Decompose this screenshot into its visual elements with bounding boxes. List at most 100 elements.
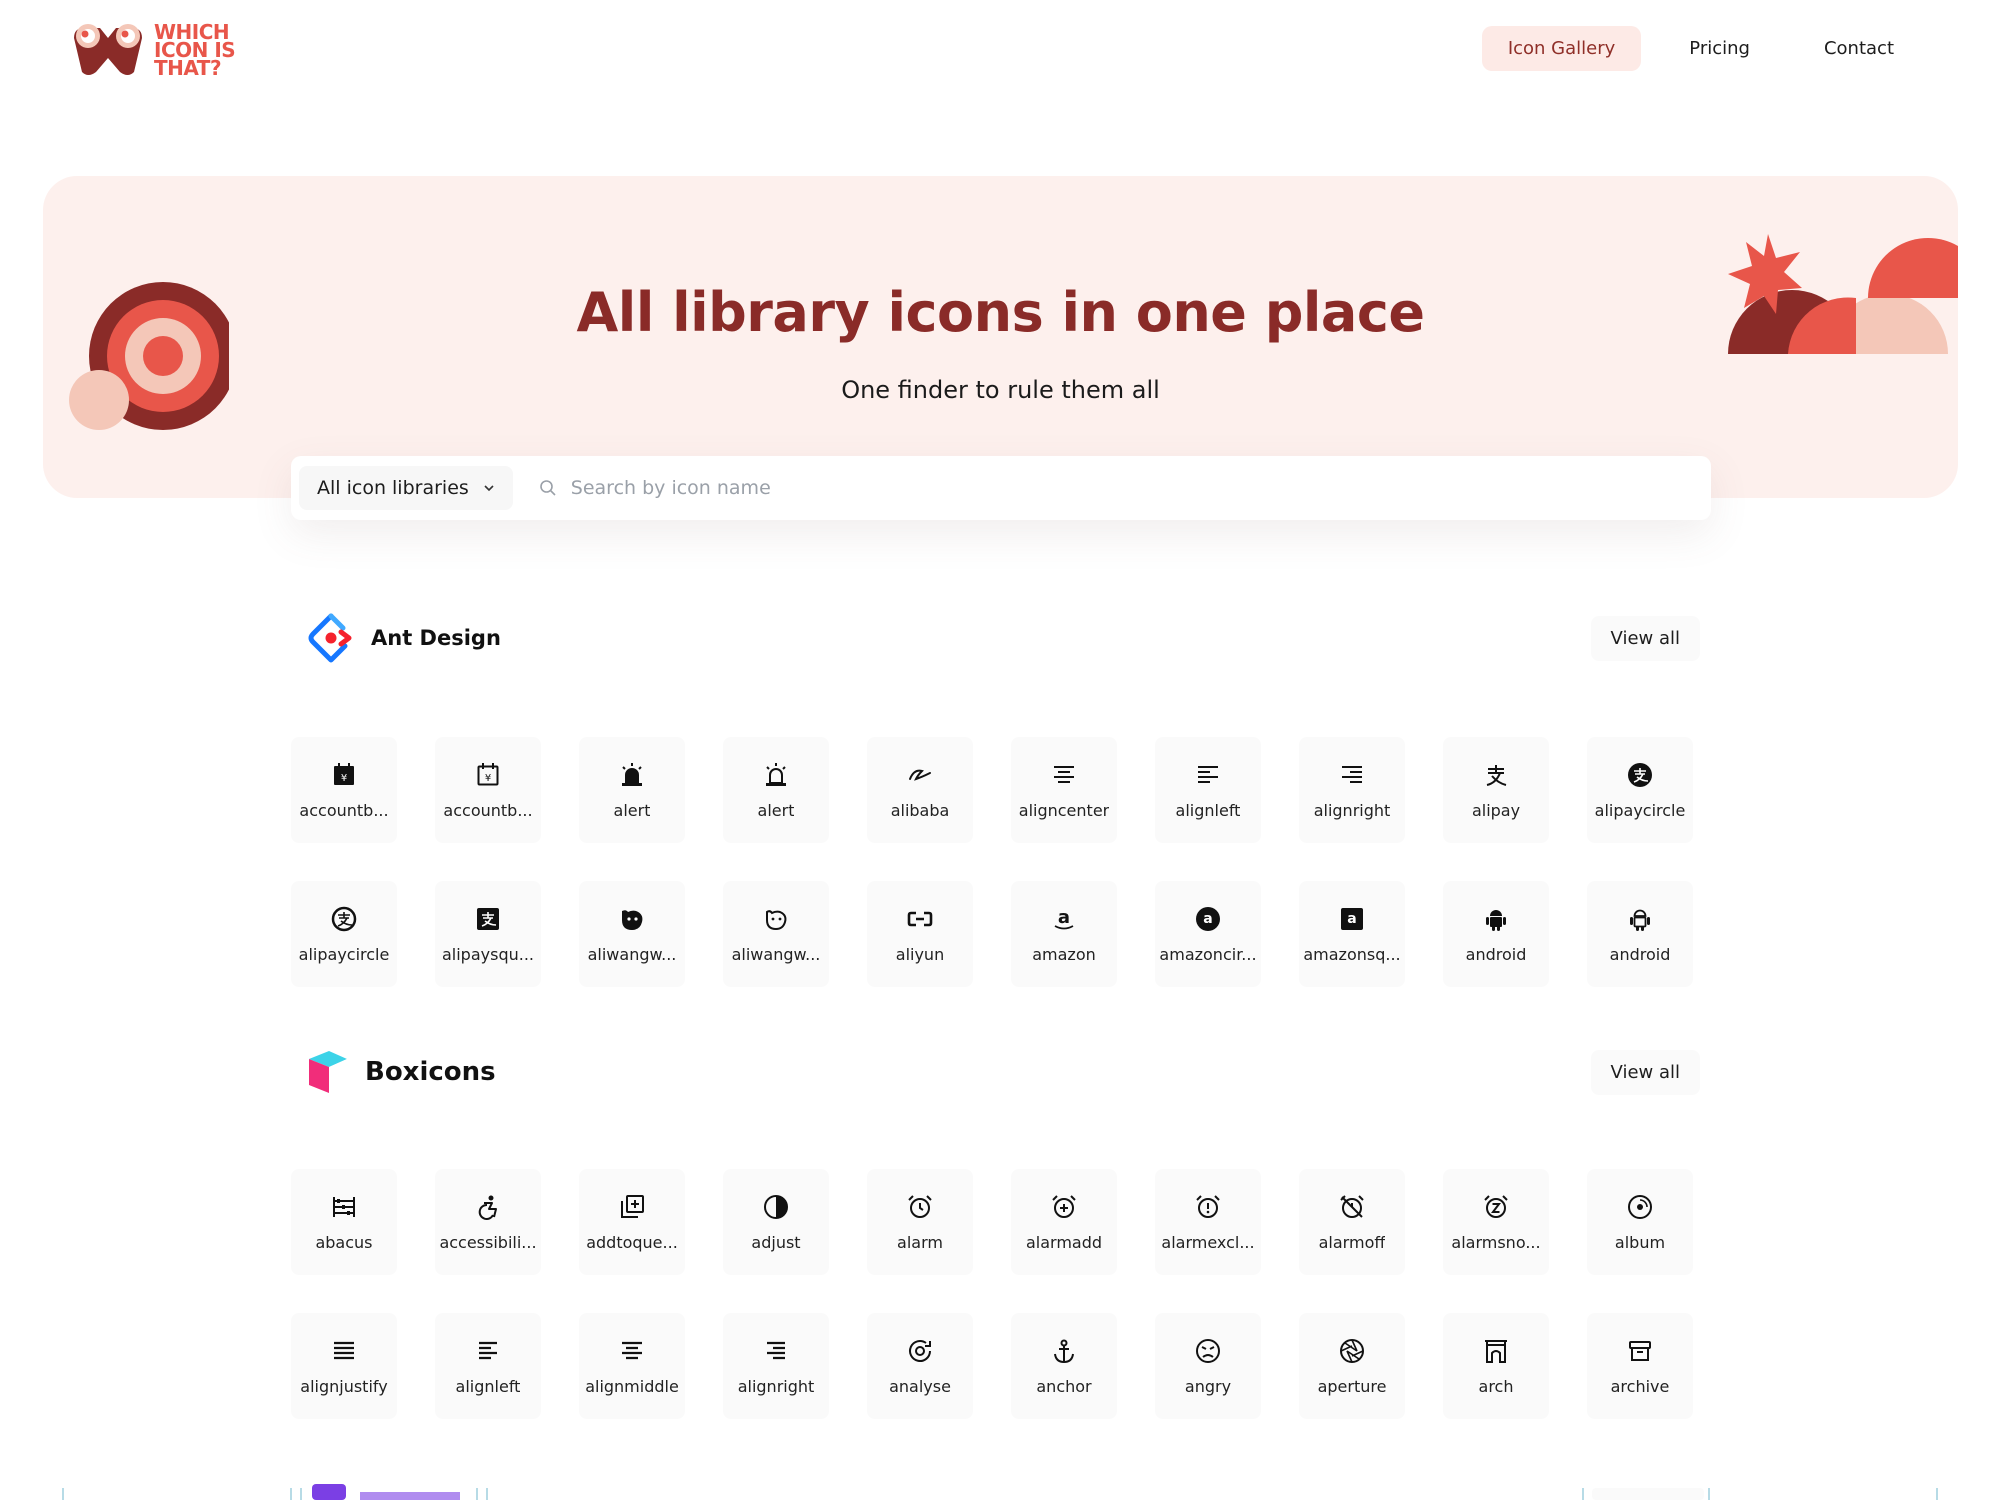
icon-tile[interactable]: alert xyxy=(723,737,829,843)
icon-tile[interactable]: a amazonsq... xyxy=(1299,881,1405,987)
view-all-button[interactable]: View all xyxy=(1590,1049,1700,1095)
icon-label: analyse xyxy=(889,1376,951,1396)
nav-contact[interactable]: Contact xyxy=(1798,26,1920,71)
icon-tile[interactable]: alipaycircle xyxy=(291,881,397,987)
icon-label: addtoque... xyxy=(586,1232,678,1252)
icon-label: amazonsq... xyxy=(1303,944,1401,964)
library-select[interactable]: All icon libraries xyxy=(299,466,513,510)
icon-tile[interactable]: aligncenter xyxy=(1011,737,1117,843)
align-justify-icon xyxy=(334,1341,354,1359)
icon-label: alignright xyxy=(1313,800,1391,820)
svg-text:a: a xyxy=(1058,907,1070,928)
icon-label: alarmadd xyxy=(1025,1232,1103,1252)
section-header-boxicons: Boxicons View all xyxy=(305,1047,1700,1097)
search-input[interactable] xyxy=(570,477,1571,499)
icon-tile[interactable]: alarmexcl... xyxy=(1155,1169,1261,1275)
icon-tile[interactable]: accessibili... xyxy=(435,1169,541,1275)
icon-tile[interactable]: aperture xyxy=(1299,1313,1405,1419)
icon-tile[interactable]: alipaysqu... xyxy=(435,881,541,987)
anchor-icon xyxy=(1054,1339,1074,1363)
nav-icon-gallery[interactable]: Icon Gallery xyxy=(1481,26,1642,71)
icon-tile[interactable]: a amazoncir... xyxy=(1155,881,1261,987)
icon-tile[interactable]: a amazon xyxy=(1011,881,1117,987)
icon-label: adjust xyxy=(751,1232,801,1252)
icon-label: aliwangw... xyxy=(731,944,821,964)
archive-icon xyxy=(1629,1340,1651,1361)
icon-tile[interactable]: aliwangw... xyxy=(579,881,685,987)
alipay-square-icon xyxy=(477,907,499,930)
icon-tile[interactable]: ¥ accountb... xyxy=(291,737,397,843)
hero-subtitle: One finder to rule them all xyxy=(841,376,1160,404)
section-title: Boxicons xyxy=(305,1047,496,1097)
account-book-outlined-icon: ¥ xyxy=(477,762,499,785)
icon-tile[interactable]: album xyxy=(1587,1169,1693,1275)
icon-tile[interactable]: alignright xyxy=(723,1313,829,1419)
icon-tile[interactable]: aliwangw... xyxy=(723,881,829,987)
alipay-circle-filled-icon xyxy=(1628,762,1652,787)
icon-label: alert xyxy=(613,800,651,820)
amazon-circle-icon: a xyxy=(1196,906,1220,931)
icon-tile[interactable]: alignjustify xyxy=(291,1313,397,1419)
nav-pricing[interactable]: Pricing xyxy=(1663,26,1776,71)
icon-tile[interactable]: adjust xyxy=(723,1169,829,1275)
alarm-exclamation-icon xyxy=(1196,1194,1220,1218)
icon-tile[interactable]: alipaycircle xyxy=(1587,737,1693,843)
icon-tile[interactable]: alibaba xyxy=(867,737,973,843)
aliyun-icon xyxy=(907,911,933,926)
icon-label: android xyxy=(1609,944,1671,964)
arch-icon xyxy=(1485,1339,1507,1363)
icon-tile[interactable]: alipay xyxy=(1443,737,1549,843)
amazon-icon: a xyxy=(1054,907,1074,929)
icon-tile[interactable]: alignleft xyxy=(435,1313,541,1419)
chevron-down-icon xyxy=(484,485,494,492)
aperture-icon xyxy=(1340,1338,1364,1363)
album-icon xyxy=(1628,1194,1652,1219)
icon-tile[interactable]: archive xyxy=(1587,1313,1693,1419)
icon-tile[interactable]: anchor xyxy=(1011,1313,1117,1419)
section-title: Ant Design xyxy=(305,612,501,664)
alipay-circle-outlined-icon xyxy=(331,906,357,931)
hero-banner: All library icons in one place One finde… xyxy=(43,176,1958,498)
icon-tile[interactable]: android xyxy=(1443,881,1549,987)
icon-tile[interactable]: alignleft xyxy=(1155,737,1261,843)
icon-tile[interactable]: addtoque... xyxy=(579,1169,685,1275)
icon-label: alipaycircle xyxy=(298,944,390,964)
account-book-filled-icon: ¥ xyxy=(334,762,354,785)
icon-tile[interactable]: alert xyxy=(579,737,685,843)
site-logo[interactable]: WHICH ICON IS THAT? xyxy=(70,20,236,80)
icon-label: album xyxy=(1614,1232,1666,1252)
alert-outlined-icon xyxy=(766,762,786,786)
library-select-value: All icon libraries xyxy=(317,477,469,499)
view-all-button[interactable]: View all xyxy=(1590,615,1700,661)
svg-text:a: a xyxy=(1347,911,1356,927)
aliwangwang-filled-icon xyxy=(622,909,643,930)
section-header-ant-design: Ant Design View all xyxy=(305,612,1700,664)
icon-label: alarm xyxy=(897,1232,943,1252)
icon-tile[interactable]: analyse xyxy=(867,1313,973,1419)
icon-tile[interactable]: alarmoff xyxy=(1299,1169,1405,1275)
icon-tile[interactable]: android xyxy=(1587,881,1693,987)
icon-label: angry xyxy=(1184,1376,1232,1396)
amazon-square-icon: a xyxy=(1341,907,1363,930)
icon-tile[interactable]: alarmsno... xyxy=(1443,1169,1549,1275)
icon-label: amazoncir... xyxy=(1159,944,1257,964)
icon-tile[interactable]: alignmiddle xyxy=(579,1313,685,1419)
alibaba-icon xyxy=(909,769,931,781)
icon-tile[interactable]: aliyun xyxy=(867,881,973,987)
icon-label: abacus xyxy=(315,1232,373,1252)
icon-label: alignmiddle xyxy=(585,1376,679,1396)
icon-tile[interactable]: arch xyxy=(1443,1313,1549,1419)
icon-label: alarmoff xyxy=(1318,1232,1386,1252)
icon-label: anchor xyxy=(1036,1376,1092,1396)
icon-label: amazon xyxy=(1032,944,1096,964)
icon-label: archive xyxy=(1610,1376,1670,1396)
icon-tile[interactable]: alarmadd xyxy=(1011,1169,1117,1275)
icon-tile[interactable]: abacus xyxy=(291,1169,397,1275)
icon-tile[interactable]: ¥ accountb... xyxy=(435,737,541,843)
android-outlined-icon xyxy=(1630,909,1650,931)
icon-tile[interactable]: angry xyxy=(1155,1313,1261,1419)
logo-wordmark: WHICH ICON IS THAT? xyxy=(154,22,236,78)
icon-tile[interactable]: alignright xyxy=(1299,737,1405,843)
align-right-icon xyxy=(767,1341,785,1359)
icon-tile[interactable]: alarm xyxy=(867,1169,973,1275)
